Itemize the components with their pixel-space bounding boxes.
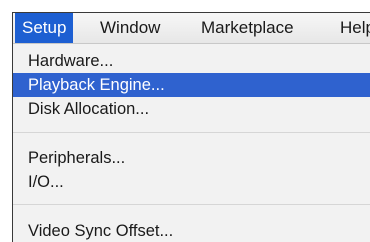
setup-dropdown-menu: Hardware... Playback Engine... Disk Allo…: [13, 44, 370, 242]
menu-window[interactable]: Window: [93, 13, 167, 43]
menu-item-peripherals[interactable]: Peripherals...: [13, 146, 370, 170]
menu-marketplace[interactable]: Marketplace: [194, 13, 301, 43]
menu-help[interactable]: Help: [333, 13, 370, 43]
menu-item-hardware[interactable]: Hardware...: [13, 49, 370, 73]
app-window-crop: Setup Window Marketplace Help Hardware..…: [12, 12, 370, 242]
menu-item-disk-allocation[interactable]: Disk Allocation...: [13, 97, 370, 121]
menu-separator: [13, 204, 370, 205]
menu-separator: [13, 132, 370, 133]
menu-item-video-sync-offset[interactable]: Video Sync Offset...: [13, 219, 370, 242]
menu-bar: Setup Window Marketplace Help: [13, 13, 370, 44]
menu-item-playback-engine[interactable]: Playback Engine...: [13, 73, 370, 97]
menu-item-io[interactable]: I/O...: [13, 170, 370, 194]
menu-setup[interactable]: Setup: [15, 13, 74, 43]
